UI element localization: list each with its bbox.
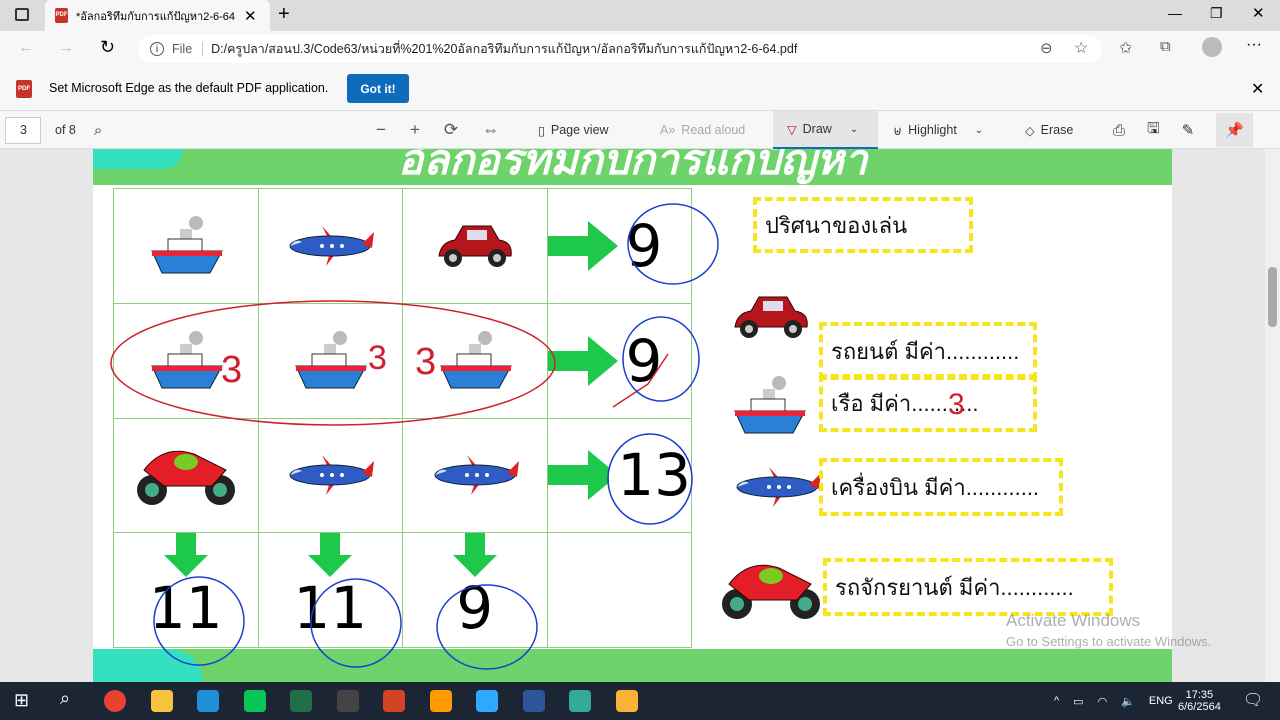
edge-icon[interactable] — [197, 690, 219, 712]
url-field[interactable]: i File D:/ครูปลา/สอนป.3/Code63/หน่วยที่%… — [138, 35, 1102, 63]
tab-title: *อัลกอริทึมกับการแก้ปัญหา2-6-64.pdf — [76, 10, 236, 23]
save-as-icon[interactable]: ✎ — [1182, 121, 1195, 139]
rotate-icon[interactable]: ⟳ — [444, 120, 458, 140]
page-count: of 8 — [55, 123, 76, 137]
pdf-toolbar — [0, 111, 1280, 149]
activate-windows-subtitle: Go to Settings to activate Windows. — [1006, 634, 1212, 649]
default-pdf-infobar: PDF Set Microsoft Edge as the default PD… — [0, 67, 1280, 111]
back-icon[interactable]: ← — [18, 39, 34, 57]
photoshop-icon[interactable] — [476, 690, 498, 712]
pin-icon[interactable]: 📌 — [1216, 113, 1254, 147]
language-indicator[interactable]: ENG — [1149, 695, 1173, 707]
highlight-label: Highlight — [908, 123, 957, 137]
close-window-icon[interactable]: ✕ — [1252, 4, 1265, 22]
zoom-out-icon[interactable]: − — [376, 120, 386, 140]
tab-actions-icon[interactable] — [15, 8, 29, 21]
line-icon[interactable] — [243, 690, 266, 712]
app-icon[interactable] — [569, 690, 591, 712]
highlighter-icon: ⊎ — [893, 123, 903, 138]
chevron-up-icon[interactable]: ^ — [1054, 695, 1059, 707]
ink-mark: 3 — [415, 341, 436, 383]
search-icon[interactable]: ⌕ — [94, 122, 102, 139]
red-ink-circle — [110, 300, 556, 426]
chrome-icon[interactable] — [104, 690, 126, 712]
forward-icon[interactable]: → — [58, 39, 74, 57]
draw-label: Draw — [802, 122, 832, 136]
print-icon[interactable]: ⎙ — [1113, 122, 1125, 139]
clock[interactable]: 17:35 6/6/2564 — [1178, 682, 1221, 720]
search-icon[interactable]: ⌕ — [60, 688, 70, 709]
page-number-input[interactable]: 3 — [5, 116, 41, 144]
page-view-label: Page view — [550, 123, 609, 137]
favorites-icon[interactable]: ✩ — [1119, 38, 1132, 58]
page-view-icon: ▯ — [538, 123, 545, 138]
read-aloud-icon: A» — [660, 123, 676, 137]
url-prefix: File — [172, 42, 204, 56]
pdf-icon: PDF — [55, 8, 68, 23]
excel-icon[interactable] — [290, 690, 312, 712]
notes-icon[interactable] — [615, 690, 638, 712]
system-tray: ^ ▭ ◠ 🔈 ENG — [1054, 682, 1173, 720]
ink-mark: 3 — [368, 339, 387, 377]
infobar-message: Set Microsoft Edge as the default PDF ap… — [49, 81, 329, 95]
zoom-in-icon[interactable]: + — [410, 120, 420, 140]
tab-active[interactable]: PDF *อัลกอริทึมกับการแก้ปัญหา2-6-64.pdf … — [45, 0, 270, 31]
scrollbar[interactable] — [1265, 149, 1280, 682]
chevron-down-icon[interactable]: ⌄ — [975, 125, 983, 136]
time: 17:35 — [1185, 689, 1214, 701]
more-icon[interactable]: ··· — [1246, 36, 1262, 54]
volume-icon[interactable]: 🔈 — [1121, 695, 1135, 708]
erase-label: Erase — [1040, 123, 1074, 137]
maximize-icon[interactable]: ❐ — [1210, 5, 1223, 22]
notifications-icon[interactable]: 🗨 — [1243, 690, 1263, 710]
refresh-icon[interactable]: ↻ — [100, 37, 115, 58]
collections-icon[interactable]: ⧉ — [1160, 38, 1171, 55]
profile-avatar[interactable] — [1202, 37, 1222, 57]
ink-annotations: 3 3 3 3 — [110, 203, 965, 670]
minimize-icon[interactable]: — — [1168, 5, 1182, 21]
illustrator-icon[interactable] — [429, 690, 452, 712]
save-icon[interactable]: 🖫 — [1147, 118, 1160, 143]
erase-button[interactable]: ◇ Erase — [1025, 111, 1073, 149]
close-infobar-icon[interactable]: ✕ — [1251, 79, 1264, 99]
url-text: D:/ครูปลา/สอนป.3/Code63/หน่วยที่%201%20อ… — [211, 42, 798, 56]
date: 6/6/2564 — [1178, 701, 1221, 713]
eraser-icon: ◇ — [1025, 123, 1035, 138]
powerpoint-icon[interactable] — [383, 690, 405, 712]
info-icon: i — [150, 42, 164, 56]
chevron-down-icon[interactable]: ⌄ — [850, 124, 858, 135]
pdf-icon: PDF — [16, 80, 32, 98]
draw-pen-icon: ▽ — [787, 122, 797, 137]
zoom-icon[interactable]: ⊖ — [1040, 39, 1053, 57]
activate-windows-title: Activate Windows — [1006, 611, 1141, 630]
blue-ink-circles — [153, 203, 719, 670]
read-aloud-button[interactable]: A» Read aloud — [660, 111, 745, 149]
battery-icon[interactable]: ▭ — [1073, 695, 1083, 708]
ink-value: 3 — [948, 388, 965, 421]
new-tab-icon[interactable]: + — [278, 3, 290, 26]
pdf-page: อัลกอริทึมกับการแก้ปัญหา 9 9 13 11 11 9 ปริศน… — [93, 149, 1211, 682]
close-tab-icon[interactable]: ✕ — [244, 7, 257, 25]
word-icon[interactable] — [522, 690, 545, 712]
scrollbar-thumb[interactable] — [1268, 267, 1277, 327]
ink-mark: 3 — [221, 349, 242, 391]
favorite-add-icon[interactable]: ☆ — [1074, 38, 1088, 58]
start-icon[interactable]: ⊞ — [14, 690, 29, 711]
file-explorer-icon[interactable] — [150, 690, 173, 712]
obs-icon[interactable] — [336, 690, 359, 712]
draw-button[interactable]: ▽ Draw ⌄ — [773, 111, 878, 149]
wifi-icon[interactable]: ◠ — [1098, 695, 1108, 708]
red-ink-check — [612, 353, 669, 408]
got-it-button[interactable]: Got it! — [347, 74, 409, 103]
page-view-button[interactable]: ▯ Page view — [538, 111, 609, 149]
highlight-button[interactable]: ⊎ Highlight ⌄ — [893, 111, 983, 149]
fit-width-icon[interactable]: ⇔ — [482, 120, 499, 140]
read-aloud-label: Read aloud — [681, 123, 746, 137]
